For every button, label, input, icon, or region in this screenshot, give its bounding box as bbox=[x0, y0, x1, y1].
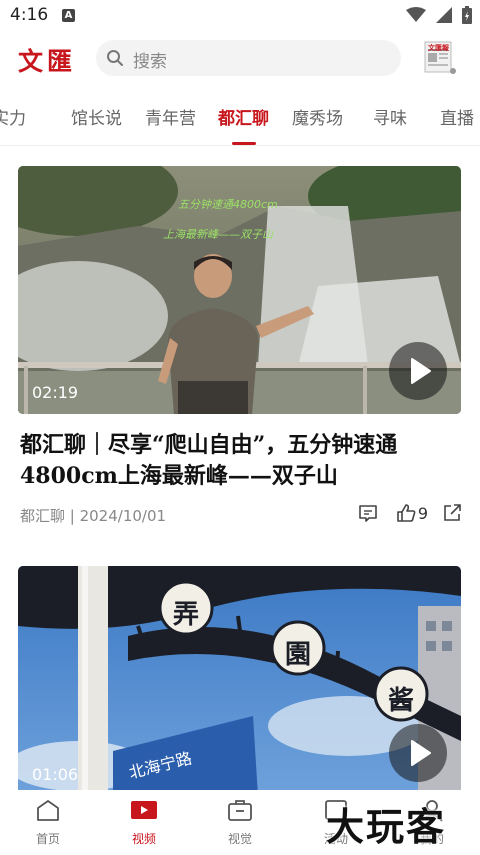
category-tabs: 实力 馆长说 青年营 都汇聊 魔秀场 寻味 直播 bbox=[0, 94, 480, 146]
video-duration-2: 01:06 bbox=[32, 765, 79, 784]
video-meta-1: 都汇聊 | 2024/10/01 bbox=[20, 507, 167, 525]
play-icon bbox=[411, 358, 431, 384]
battery-icon bbox=[462, 6, 472, 24]
nav-visual[interactable]: 视觉 bbox=[210, 798, 270, 847]
sign-char-1: 弄 bbox=[173, 600, 200, 630]
status-bar: 4:16 A bbox=[0, 0, 480, 34]
video-icon bbox=[131, 801, 157, 819]
video-duration: 02:19 bbox=[32, 383, 79, 402]
tab-duhuiliao[interactable]: 都汇聊 bbox=[218, 104, 269, 129]
status-time: 4:16 bbox=[10, 5, 49, 25]
tab-zhibo[interactable]: 直播 bbox=[440, 104, 474, 129]
nav-label-home: 首页 bbox=[35, 832, 60, 846]
tab-shili[interactable]: 实力 bbox=[0, 104, 26, 129]
home-icon bbox=[37, 800, 59, 821]
overlay-caption-2: 上海最新峰——双子山 bbox=[163, 228, 273, 241]
wifi-icon bbox=[406, 7, 426, 22]
play-button[interactable] bbox=[389, 342, 447, 400]
nav-home[interactable]: 首页 bbox=[18, 798, 78, 847]
video-title-1[interactable]: 都汇聊｜尽享“爬山自由”，五分钟速通4800cm上海最新峰——双子山 bbox=[20, 430, 460, 492]
tab-xunwei[interactable]: 寻味 bbox=[373, 104, 407, 129]
nav-label-visual: 视觉 bbox=[227, 832, 252, 846]
search-icon bbox=[107, 50, 123, 66]
play-icon bbox=[411, 740, 431, 766]
watermark: 大玩客 bbox=[326, 805, 447, 849]
signal-icon bbox=[436, 7, 452, 23]
video-thumbnail-1[interactable]: 五分钟速通4800cm 上海最新峰——双子山 02:19 bbox=[18, 166, 461, 414]
search-placeholder: 搜索 bbox=[133, 52, 167, 72]
search-bar[interactable]: 搜索 bbox=[96, 40, 401, 76]
tab-qingnianying[interactable]: 青年营 bbox=[145, 104, 196, 129]
sign-char-3: 酱 bbox=[388, 686, 415, 716]
briefcase-icon bbox=[228, 800, 252, 821]
video-actions-1: 9 bbox=[358, 503, 462, 523]
share-icon[interactable] bbox=[442, 503, 462, 523]
play-button-2[interactable] bbox=[389, 724, 447, 782]
nav-label-video: 视频 bbox=[131, 832, 156, 846]
active-tab-indicator bbox=[232, 142, 256, 145]
overlay-caption-1: 五分钟速通4800cm bbox=[178, 198, 278, 211]
like-icon[interactable] bbox=[396, 503, 416, 523]
newspaper-icon[interactable]: 文匯報 bbox=[422, 40, 458, 76]
tab-moxiuchang[interactable]: 魔秀场 bbox=[292, 104, 343, 129]
like-count: 9 bbox=[417, 503, 428, 523]
notification-icon: A bbox=[62, 9, 75, 22]
app-logo[interactable]: 文匯 bbox=[18, 42, 76, 78]
app-header: 文匯 搜索 文匯報 bbox=[0, 34, 480, 84]
comment-icon[interactable] bbox=[358, 503, 378, 523]
sign-char-2: 園 bbox=[285, 640, 312, 670]
nav-video[interactable]: 视频 bbox=[114, 798, 174, 847]
newspaper-title: 文匯報 bbox=[428, 44, 449, 52]
video-thumbnail-2[interactable]: 弄 園 酱 北海宁路 01:06 bbox=[18, 566, 461, 796]
tab-guanzhangshuo[interactable]: 馆长说 bbox=[71, 104, 122, 129]
